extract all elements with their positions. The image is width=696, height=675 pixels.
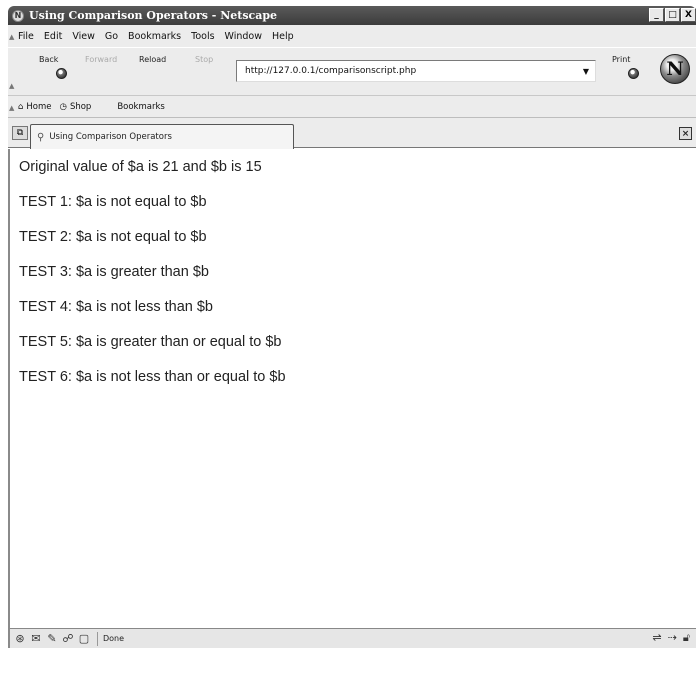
menu-view[interactable]: View: [72, 31, 95, 42]
window-title: Using Comparison Operators - Netscape: [29, 9, 278, 22]
maximize-button[interactable]: □: [665, 8, 680, 22]
test-3-line: TEST 3: $a is greater than $b: [19, 264, 209, 280]
test-1-line: TEST 1: $a is not equal to $b: [19, 194, 207, 210]
tab-label: Using Comparison Operators: [49, 132, 172, 142]
netscape-app-icon: N: [12, 9, 24, 22]
tab-bar: ⧉ ⚲ Using Comparison Operators ×: [8, 117, 696, 149]
close-tab-icon[interactable]: ×: [679, 127, 692, 140]
page-icon[interactable]: ▢: [76, 632, 92, 645]
composer-icon[interactable]: ✎: [44, 632, 60, 645]
stop-button[interactable]: Stop: [195, 55, 213, 64]
title-bar: N Using Comparison Operators - Netscape …: [8, 6, 696, 25]
mail-icon[interactable]: ✉: [28, 632, 44, 645]
bookmarks-toolbar: ▲ ⌂ Home ◷ Shop Bookmarks: [8, 95, 696, 117]
test-5-line: TEST 5: $a is greater than or equal to $…: [19, 334, 282, 350]
shop-icon: ◷: [59, 101, 67, 112]
menu-bar: ▲ File Edit View Go Bookmarks Tools Wind…: [8, 25, 696, 47]
home-icon: ⌂: [18, 101, 24, 112]
back-button[interactable]: Back: [39, 55, 58, 64]
test-4-line: TEST 4: $a is not less than $b: [19, 299, 213, 315]
toolbar-grip-icon[interactable]: ▲: [9, 33, 14, 41]
menu-tools[interactable]: Tools: [191, 31, 214, 42]
home-bookmark[interactable]: ⌂ Home: [18, 102, 52, 112]
menu-bookmarks[interactable]: Bookmarks: [128, 31, 181, 42]
menu-help[interactable]: Help: [272, 31, 294, 42]
popup-icon[interactable]: ⇢: [668, 631, 677, 645]
status-indicators: ⇌ ⇢ 🔓︎: [652, 631, 690, 645]
status-separator: [97, 631, 98, 646]
toolbar-grip-icon[interactable]: ▲: [9, 104, 14, 112]
new-tab-icon[interactable]: ⧉: [12, 126, 28, 140]
url-bar[interactable]: http://127.0.0.1/comparisonscript.php ▼: [236, 60, 596, 82]
test-2-line: TEST 2: $a is not equal to $b: [19, 229, 207, 245]
page-content: Original value of $a is 21 and $b is 15 …: [8, 149, 696, 628]
menu-go[interactable]: Go: [105, 31, 118, 42]
print-button[interactable]: Print: [612, 55, 630, 64]
page-icon: ⚲: [37, 131, 45, 143]
tab-using-comparison-operators[interactable]: ⚲ Using Comparison Operators: [30, 124, 294, 149]
security-lock-icon[interactable]: 🔓︎: [683, 631, 690, 645]
minimize-button[interactable]: _: [649, 8, 664, 22]
url-text[interactable]: http://127.0.0.1/comparisonscript.php: [245, 66, 416, 76]
bookmarks-button[interactable]: Bookmarks: [117, 102, 165, 112]
status-text: Done: [103, 634, 125, 643]
test-6-line: TEST 6: $a is not less than or equal to …: [19, 369, 286, 385]
menu-file[interactable]: File: [18, 31, 34, 42]
connection-icon[interactable]: ⇌: [652, 631, 661, 645]
url-dropdown-icon[interactable]: ▼: [583, 67, 589, 76]
toolbar-grip-icon[interactable]: ▲: [9, 82, 14, 90]
netscape-icon[interactable]: ⊛: [12, 632, 28, 645]
forward-button[interactable]: Forward: [85, 55, 117, 64]
window-controls: _ □ X: [649, 8, 696, 22]
menu-edit[interactable]: Edit: [44, 31, 62, 42]
menu-window[interactable]: Window: [225, 31, 262, 42]
reload-button[interactable]: Reload: [139, 55, 166, 64]
browser-window: N Using Comparison Operators - Netscape …: [0, 0, 696, 675]
original-values-line: Original value of $a is 21 and $b is 15: [19, 159, 262, 175]
status-bar: ⊛ ✉ ✎ ☍ ▢ Done ⇌ ⇢ 🔓︎: [8, 628, 696, 648]
home-label: Home: [26, 101, 52, 112]
print-icon[interactable]: [628, 68, 639, 79]
back-arrow-icon[interactable]: [56, 68, 67, 79]
netscape-logo[interactable]: N: [660, 54, 690, 84]
navigation-toolbar: ▲ Back Forward Reload Stop http://127.0.…: [8, 47, 696, 95]
chat-icon[interactable]: ☍: [60, 632, 76, 645]
close-window-button[interactable]: X: [681, 8, 696, 22]
shop-label: Shop: [69, 101, 92, 112]
shop-bookmark[interactable]: ◷ Shop: [60, 102, 92, 112]
page-margin: [0, 648, 696, 675]
